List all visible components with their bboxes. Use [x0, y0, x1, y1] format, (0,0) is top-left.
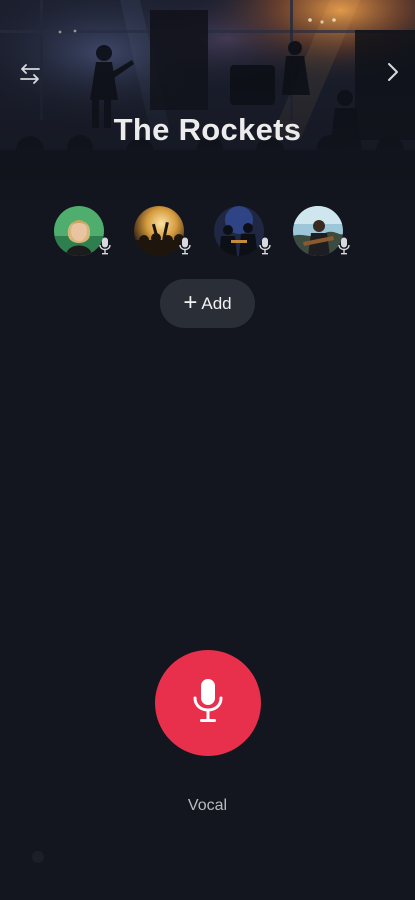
- microphone-icon: [94, 234, 116, 258]
- member-avatar-4[interactable]: [293, 204, 355, 260]
- app-screen: The Rockets + Add Vocal: [0, 0, 415, 900]
- header-fade-overlay: [0, 0, 415, 215]
- member-avatar-2[interactable]: [134, 204, 196, 260]
- microphone-icon: [174, 234, 196, 258]
- indicator-dot: [32, 851, 44, 863]
- plus-icon: +: [183, 288, 198, 316]
- page-title: The Rockets: [113, 112, 302, 147]
- add-button-label: Add: [201, 293, 232, 313]
- swap-button[interactable]: [12, 58, 48, 94]
- record-vocal-button[interactable]: [155, 650, 261, 756]
- microphone-icon: [333, 234, 355, 258]
- member-list: [0, 204, 415, 264]
- header-background-image: [0, 0, 415, 215]
- member-avatar-3[interactable]: [214, 204, 276, 260]
- chevron-right-icon: [386, 61, 400, 88]
- next-button[interactable]: [376, 56, 410, 92]
- microphone-icon: [254, 234, 276, 258]
- microphone-icon: [192, 678, 224, 729]
- member-avatar-1[interactable]: [54, 204, 116, 260]
- add-member-button[interactable]: + Add: [160, 279, 255, 328]
- swap-arrows-icon: [19, 63, 41, 89]
- record-label: Vocal: [187, 797, 228, 814]
